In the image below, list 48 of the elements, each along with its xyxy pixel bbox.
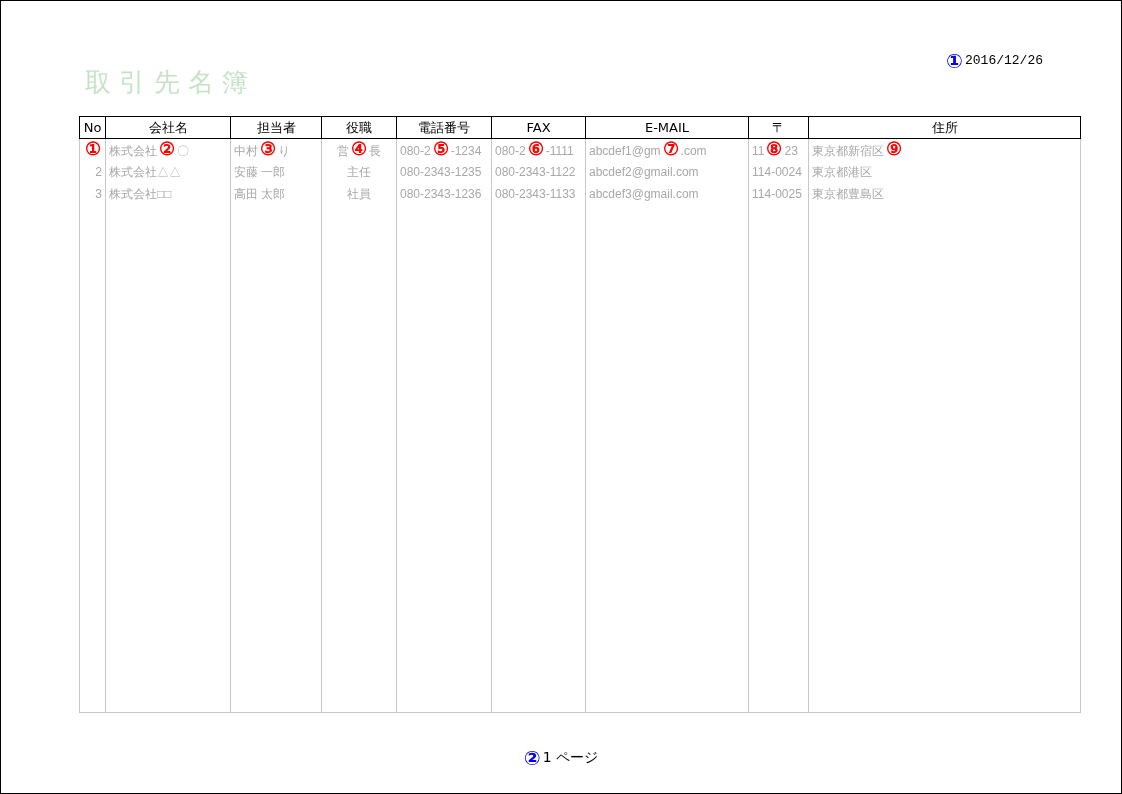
table-cell: 2 xyxy=(79,160,106,183)
table-cell: 080-2343-1122 xyxy=(491,160,586,183)
table-cell: 東京都港区 xyxy=(808,160,1081,183)
circled-number-marker: ② xyxy=(523,747,541,768)
column-header: No xyxy=(79,116,106,139)
column-header: 住所 xyxy=(808,116,1081,139)
table-cell: 主任 xyxy=(321,160,397,183)
column-header: 電話番号 xyxy=(396,116,492,139)
print-date: 2016/12/26 xyxy=(965,52,1043,71)
circled-number-marker: ① xyxy=(85,138,101,159)
table-cell: 高田 太郎 xyxy=(230,182,322,205)
table-cell: 080-2343-1133 xyxy=(491,182,586,205)
column-header: FAX xyxy=(491,116,586,139)
table-cell: 中村 ③ り xyxy=(230,138,322,161)
circled-number-marker: ④ xyxy=(351,138,367,159)
table-cell: 114-0025 xyxy=(748,182,809,205)
column-header: E-MAIL xyxy=(585,116,749,139)
table-cell: 東京都豊島区 xyxy=(808,182,1081,205)
table-cell: 3 xyxy=(79,182,106,205)
column-header: 〒 xyxy=(748,116,809,139)
table-cell: 社員 xyxy=(321,182,397,205)
column-header: 担当者 xyxy=(230,116,322,139)
table-cell: 080-2 ⑤-1234 xyxy=(396,138,492,161)
circled-number-marker: ⑧ xyxy=(766,138,783,159)
circled-number-marker: ① xyxy=(946,51,963,71)
document-title: 取 引 先 名 簿 xyxy=(85,66,249,99)
circled-number-marker: ⑨ xyxy=(886,138,902,159)
table-cell: 安藤 一郎 xyxy=(230,160,322,183)
circled-number-marker: ⑦ xyxy=(662,138,679,159)
table-cell: 東京都新宿区 ⑨ xyxy=(808,138,1081,161)
column-header: 会社名 xyxy=(105,116,231,139)
table-cell: 11 ⑧ 23 xyxy=(748,138,809,161)
circled-number-marker: ③ xyxy=(260,138,276,159)
table-cell: 株式会社△△ xyxy=(105,160,231,183)
circled-number-marker: ② xyxy=(159,138,175,159)
table-cell: 営 ④ 長 xyxy=(321,138,397,161)
table-cell: abcdef1@gm ⑦.com xyxy=(585,138,749,161)
table-cell: abcdef3@gmail.com xyxy=(585,182,749,205)
page-number: 1 ページ xyxy=(542,748,599,767)
table-cell: 114-0024 xyxy=(748,160,809,183)
table-cell: abcdef2@gmail.com xyxy=(585,160,749,183)
column-header: 役職 xyxy=(321,116,397,139)
table-cell: 080-2343-1236 xyxy=(396,182,492,205)
table-cell: 株式会社□□ xyxy=(105,182,231,205)
circled-number-marker: ⑤ xyxy=(432,138,449,159)
table-cell: 080-2343-1235 xyxy=(396,160,492,183)
circled-number-marker: ⑥ xyxy=(527,138,544,159)
table-cell: 080-2 ⑥-1111 xyxy=(491,138,586,161)
